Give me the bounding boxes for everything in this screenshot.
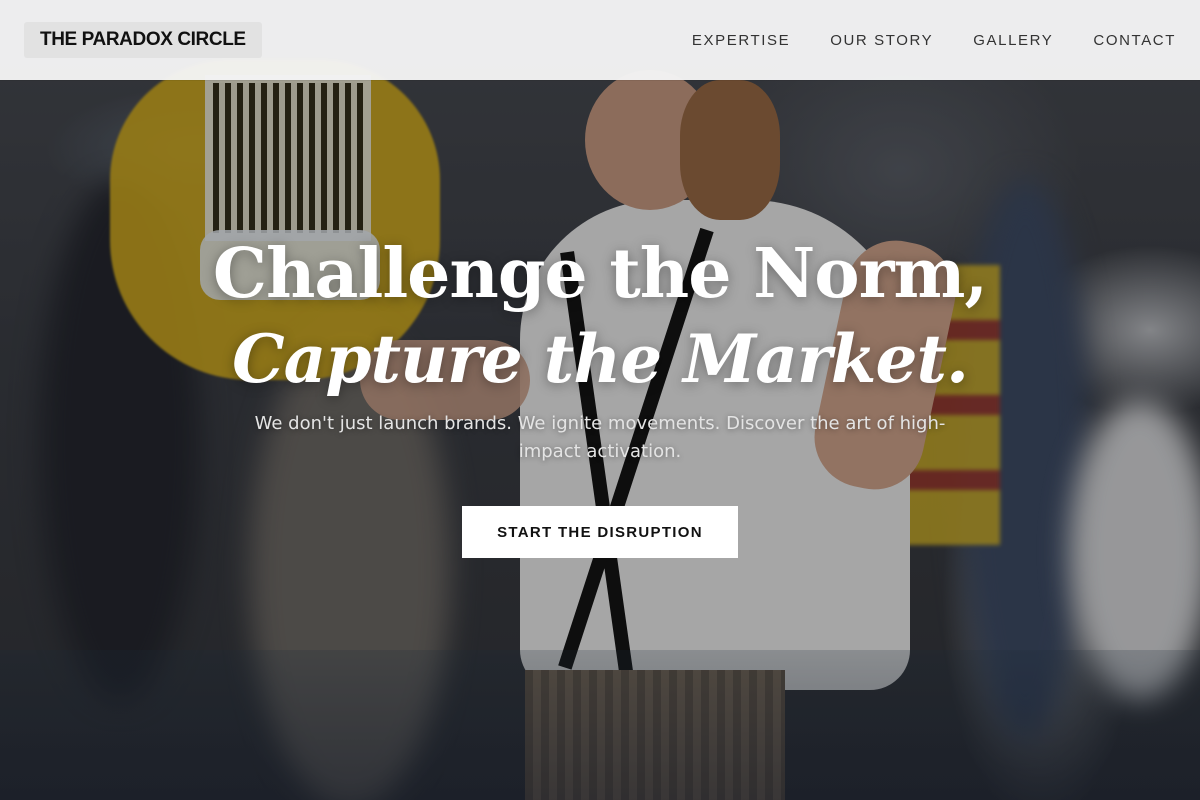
nav-link-expertise[interactable]: EXPERTISE [692, 32, 790, 49]
hero-section: Challenge the Norm, Capture the Market. … [0, 0, 1200, 800]
page: THE PARADOX CIRCLE EXPERTISE OUR STORY G… [0, 0, 1200, 800]
nav-link-our-story[interactable]: OUR STORY [830, 32, 933, 49]
brand-logo[interactable]: THE PARADOX CIRCLE [24, 22, 262, 58]
main-nav: EXPERTISE OUR STORY GALLERY CONTACT [692, 0, 1176, 80]
start-disruption-button[interactable]: START THE DISRUPTION [462, 506, 738, 558]
hero-headline: Challenge the Norm, Capture the Market. [0, 240, 1200, 392]
nav-link-gallery[interactable]: GALLERY [973, 32, 1053, 49]
hero-headline-line2: Capture the Market. [232, 320, 969, 398]
hero-subtitle: We don't just launch brands. We ignite m… [254, 413, 946, 462]
nav-link-contact[interactable]: CONTACT [1093, 32, 1176, 49]
top-navbar: THE PARADOX CIRCLE EXPERTISE OUR STORY G… [0, 0, 1200, 80]
hero-headline-line1: Challenge the Norm, [212, 234, 988, 314]
